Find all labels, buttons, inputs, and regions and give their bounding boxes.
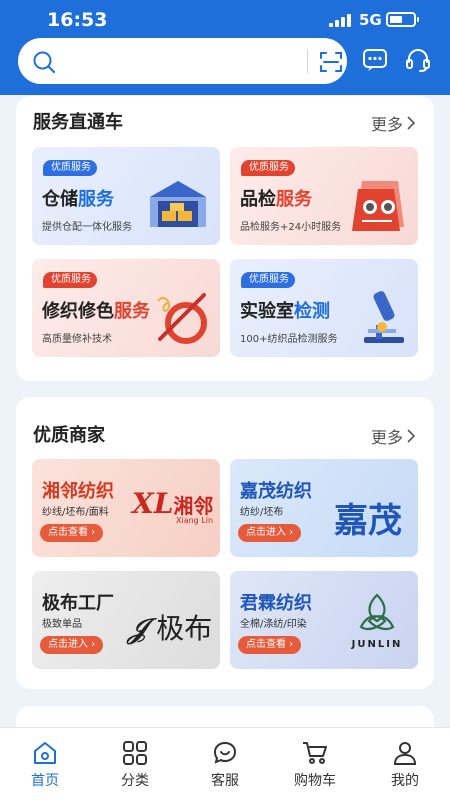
- knot-logo-icon: [359, 593, 395, 631]
- tab-customer-service[interactable]: 客服: [180, 728, 270, 800]
- tile-title: 仓储服务: [42, 189, 114, 210]
- chat-icon: [213, 741, 237, 764]
- needle-thread-icon: [157, 293, 207, 344]
- tile-title: 品检服务: [240, 189, 312, 210]
- service-tile-warehouse[interactable]: 优质服务 仓储服务 提供仓配一体化服务: [32, 147, 220, 245]
- tile-title: 实验室检测: [240, 301, 330, 322]
- user-icon: [393, 742, 417, 765]
- bottom-tab-bar: 首页 分类 客服 购物车 我的: [0, 727, 450, 800]
- merchant-desc: 极致单品: [42, 619, 82, 630]
- section-title: 服务直通车: [33, 112, 123, 133]
- service-tile-lab[interactable]: 优质服务 实验室检测 100+纺织品检测服务: [230, 259, 418, 357]
- tile-subtitle: 品检服务+24小时服务: [240, 222, 342, 233]
- tile-subtitle: 100+纺织品检测服务: [240, 334, 338, 345]
- status-time: 16:53: [47, 9, 108, 31]
- tab-profile[interactable]: 我的: [360, 728, 450, 800]
- tab-label: 首页: [31, 773, 59, 789]
- merchant-card-jiamao[interactable]: 嘉茂纺织 纺纱/坯布 点击进入 › 嘉茂: [230, 459, 418, 557]
- merchants-section: 优质商家 更多 湘邻纺织 纱线/坯布/面料 点击查看 › XL湘邻 Xiang …: [16, 397, 434, 689]
- merchant-name: 嘉茂纺织: [240, 481, 312, 502]
- enter-button[interactable]: 点击进入 ›: [238, 524, 302, 542]
- view-button[interactable]: 点击查看 ›: [40, 524, 104, 542]
- section-title: 优质商家: [33, 425, 105, 446]
- merchant-logo: XL湘邻 Xiang Lin: [132, 487, 214, 525]
- view-button[interactable]: 点击查看 ›: [238, 636, 302, 654]
- battery-icon: [386, 12, 419, 27]
- tab-label: 我的: [391, 773, 419, 789]
- quality-tag: 优质服务: [241, 160, 295, 176]
- cart-icon: [303, 742, 327, 764]
- chevron-right-icon: [407, 116, 416, 130]
- tile-subtitle: 高质量修补技术: [42, 334, 112, 345]
- merchant-logo: 嘉茂: [334, 501, 402, 541]
- scan-icon[interactable]: [319, 50, 343, 74]
- tab-cart[interactable]: 购物车: [270, 728, 360, 800]
- more-label: 更多: [370, 115, 403, 134]
- services-section: 服务直通车 更多 优质服务 仓储服务 提供仓配一体化服务 优质服务 品检服务 品…: [16, 96, 434, 381]
- app-header: 16:53 5G: [0, 0, 450, 95]
- merchant-desc: 纱线/坯布/面料: [42, 507, 109, 518]
- service-tile-inspection[interactable]: 优质服务 品检服务 品检服务+24小时服务: [230, 147, 418, 245]
- search-bar[interactable]: [18, 38, 347, 84]
- quality-tag: 优质服务: [43, 160, 97, 176]
- enter-button[interactable]: 点击进入 ›: [40, 636, 104, 654]
- warehouse-icon: [150, 181, 206, 227]
- search-icon[interactable]: [32, 50, 56, 74]
- merchant-desc: 纺纱/坯布: [240, 507, 284, 518]
- tile-title: 修织修色服务: [42, 301, 150, 322]
- tab-home[interactable]: 首页: [0, 728, 90, 800]
- merchants-more-link[interactable]: 更多: [371, 424, 416, 448]
- quality-tag: 优质服务: [43, 272, 97, 288]
- signal-icon: [329, 14, 351, 27]
- headset-icon[interactable]: [404, 46, 432, 74]
- quality-tag: 优质服务: [241, 272, 295, 288]
- merchant-desc: 全棉/涤纺/印染: [240, 619, 307, 630]
- merchant-card-jibu[interactable]: 极布工厂 极致单品 点击进入 › 𝒥 极布: [32, 571, 220, 669]
- inspection-icon: [352, 181, 404, 231]
- merchant-logo: JUNLIN: [342, 591, 412, 650]
- chevron-right-icon: [407, 429, 416, 443]
- tab-category[interactable]: 分类: [90, 728, 180, 800]
- microscope-icon: [364, 291, 404, 343]
- merchant-name: 湘邻纺织: [42, 481, 114, 502]
- tab-label: 分类: [121, 773, 149, 789]
- merchant-card-junlin[interactable]: 君霖纺织 全棉/涤纺/印染 点击查看 › JUNLIN: [230, 571, 418, 669]
- service-tile-repair[interactable]: 优质服务 修织修色服务 高质量修补技术: [32, 259, 220, 357]
- more-label: 更多: [370, 428, 403, 447]
- services-more-link[interactable]: 更多: [371, 111, 416, 135]
- tab-label: 购物车: [294, 773, 336, 789]
- network-label: 5G: [359, 11, 382, 29]
- merchant-logo: 𝒥 极布: [128, 612, 213, 645]
- status-bar: 16:53 5G: [0, 0, 450, 38]
- tile-subtitle: 提供仓配一体化服务: [42, 222, 132, 233]
- search-divider: [307, 49, 308, 73]
- grid-icon: [123, 741, 147, 765]
- tab-label: 客服: [211, 773, 239, 789]
- merchant-name: 君霖纺织: [240, 593, 312, 614]
- merchant-card-xianglin[interactable]: 湘邻纺织 纱线/坯布/面料 点击查看 › XL湘邻 Xiang Lin: [32, 459, 220, 557]
- home-icon: [34, 742, 56, 764]
- merchant-name: 极布工厂: [42, 593, 114, 614]
- message-icon[interactable]: [361, 46, 389, 74]
